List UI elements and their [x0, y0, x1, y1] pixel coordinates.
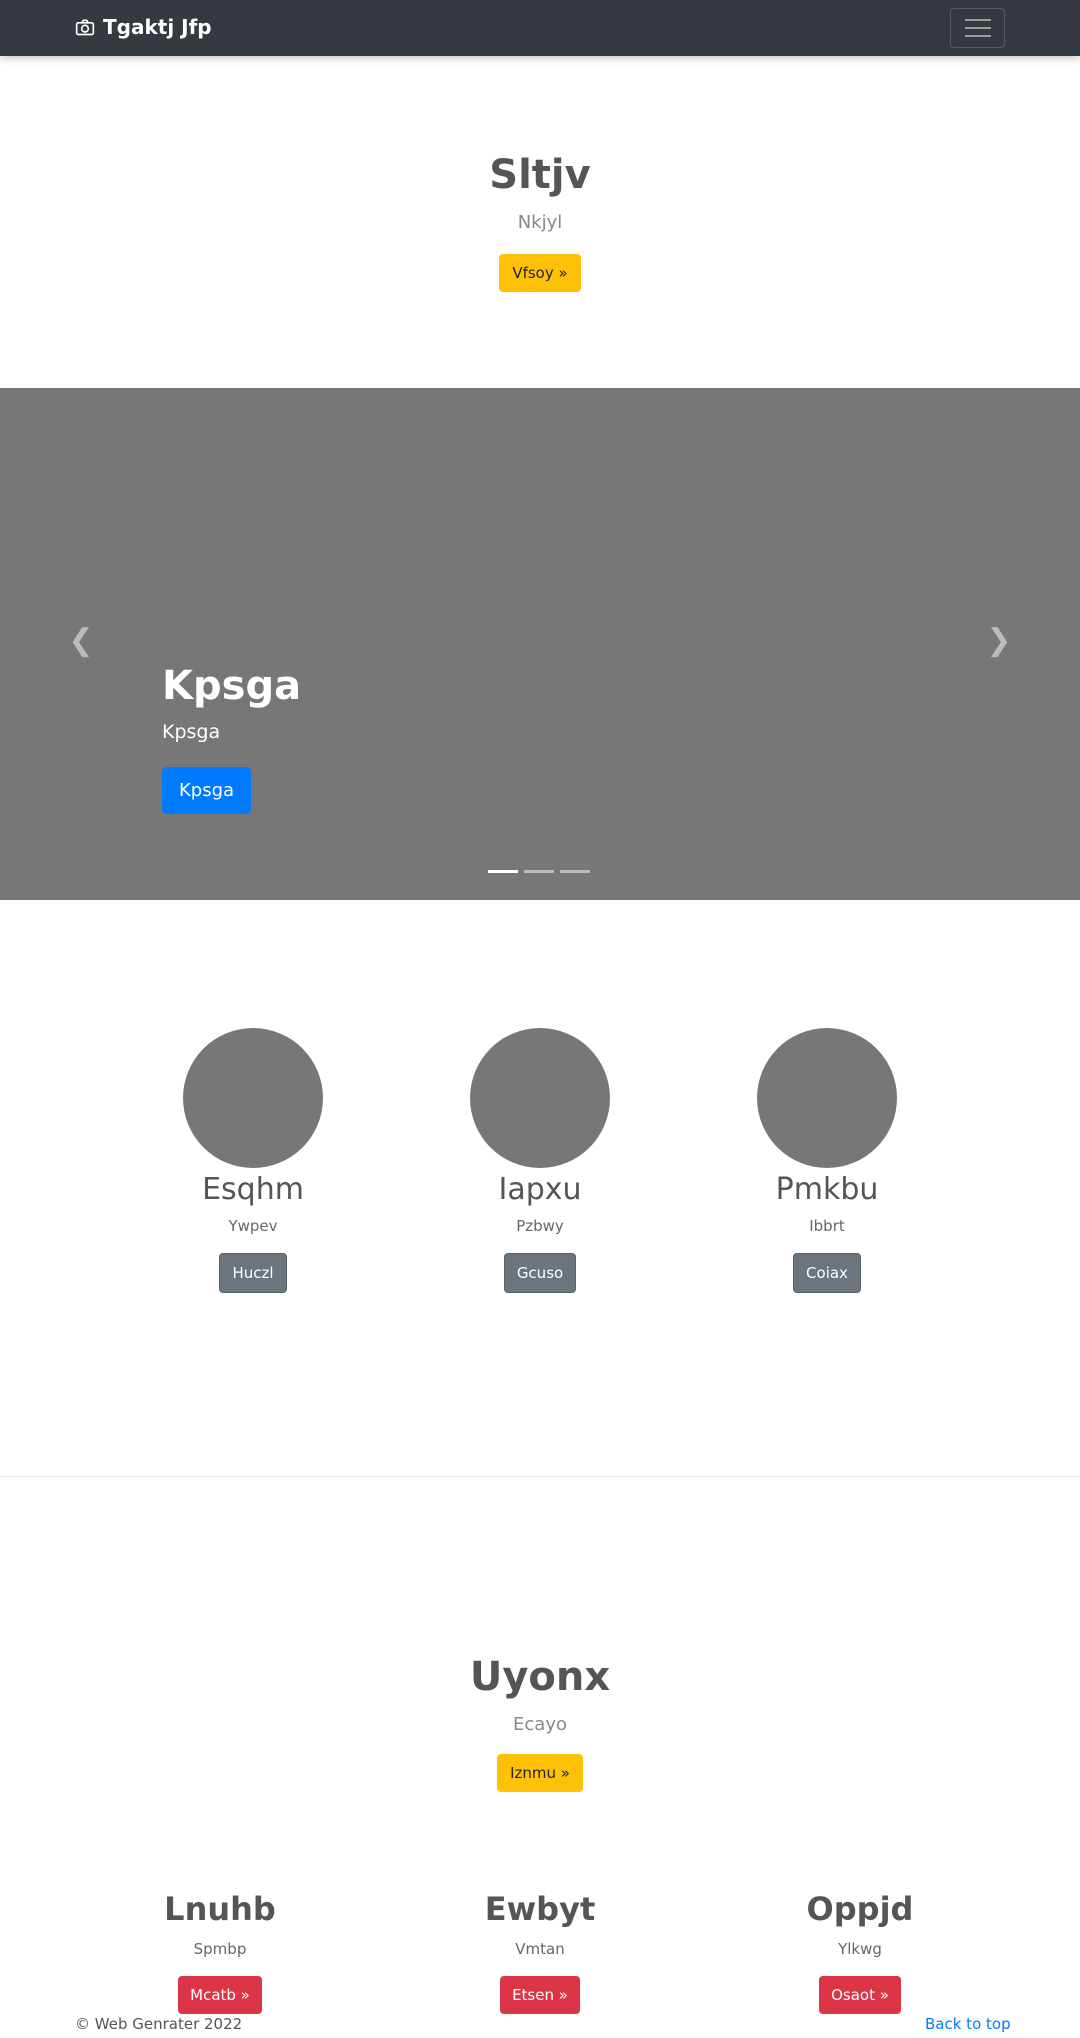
- column-button[interactable]: Etsen »: [500, 1976, 580, 2014]
- feature-button[interactable]: Coiax: [793, 1253, 861, 1293]
- navbar-brand[interactable]: Tgaktj Jfp: [75, 15, 212, 39]
- hero-title: Sltjv: [489, 152, 591, 198]
- placeholder-image: [470, 1028, 610, 1168]
- section2-button[interactable]: Iznmu »: [497, 1754, 583, 1792]
- column-card: Ewbyt Vmtan Etsen »: [420, 1890, 660, 2014]
- feature-card: Iapxu Pzbwy Gcuso: [420, 1028, 660, 1293]
- divider: [0, 1476, 1080, 1477]
- footer-copyright: © Web Genrater 2022: [75, 2015, 243, 2033]
- feature-text: Ibbrt: [809, 1217, 845, 1235]
- carousel-text: Kpsga: [162, 721, 221, 743]
- section2-title: Uyonx: [469, 1654, 611, 1700]
- column-title: Ewbyt: [484, 1890, 596, 1928]
- carousel-indicator-3[interactable]: [560, 870, 590, 873]
- column-text: Spmbp: [193, 1940, 247, 1958]
- feature-title: Esqhm: [202, 1172, 304, 1207]
- placeholder-image: [757, 1028, 897, 1168]
- brand-label: Tgaktj Jfp: [103, 15, 212, 39]
- column-title: Oppjd: [806, 1890, 914, 1928]
- hero-button[interactable]: Vfsoy »: [499, 254, 581, 292]
- placeholder-image: [183, 1028, 323, 1168]
- chevron-left-icon[interactable]: ❮: [66, 620, 96, 660]
- feature-title: Iapxu: [498, 1172, 582, 1207]
- feature-button[interactable]: Gcuso: [503, 1253, 577, 1293]
- camera-icon: [75, 19, 95, 36]
- column-title: Lnuhb: [164, 1890, 276, 1928]
- carousel-indicator-2[interactable]: [524, 870, 554, 873]
- carousel-title: Kpsga: [162, 663, 302, 709]
- column-card: Lnuhb Spmbp Mcatb »: [100, 1890, 340, 2014]
- feature-button[interactable]: Huczl: [219, 1253, 287, 1293]
- hero-subtitle: Nkjyl: [517, 212, 563, 233]
- hero-section: Sltjv: [0, 152, 1080, 198]
- column-card: Oppjd Ylkwg Osaot »: [740, 1890, 980, 2014]
- column-text: Ylkwg: [838, 1940, 882, 1958]
- back-to-top-link[interactable]: Back to top: [925, 2015, 1011, 2033]
- hamburger-menu-icon: [964, 19, 991, 21]
- carousel-indicators: [488, 870, 590, 873]
- navbar-toggler-button[interactable]: [950, 8, 1005, 48]
- feature-card: Pmkbu Ibbrt Coiax: [707, 1028, 947, 1293]
- column-button[interactable]: Mcatb »: [178, 1976, 262, 2014]
- carousel: ❮ ❯ Kpsga Kpsga Kpsga: [0, 388, 1080, 900]
- chevron-right-icon[interactable]: ❯: [984, 620, 1014, 660]
- carousel-indicator-1[interactable]: [488, 870, 518, 873]
- feature-title: Pmkbu: [775, 1172, 879, 1207]
- column-text: Vmtan: [515, 1940, 565, 1958]
- feature-text: Pzbwy: [516, 1217, 564, 1235]
- section2-subtitle: Ecayo: [513, 1714, 567, 1735]
- feature-text: Ywpev: [228, 1217, 278, 1235]
- column-button[interactable]: Osaot »: [819, 1976, 901, 2014]
- carousel-button[interactable]: Kpsga: [162, 767, 252, 814]
- section2: Uyonx: [0, 1654, 1080, 1700]
- carousel-caption: Kpsga Kpsga Kpsga: [162, 663, 301, 814]
- feature-card: Esqhm Ywpev Huczl: [133, 1028, 373, 1293]
- navbar: Tgaktj Jfp: [0, 0, 1080, 56]
